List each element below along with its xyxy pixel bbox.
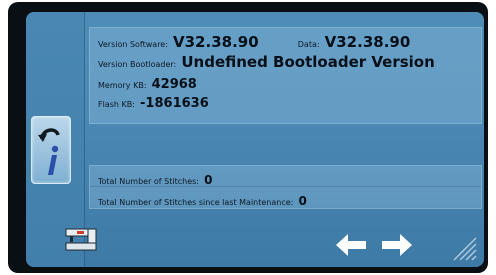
flash-value: -1861636 <box>140 96 209 111</box>
divider <box>90 186 481 187</box>
version-bootloader-row: Version Bootloader: Undefined Bootloader… <box>98 52 435 71</box>
screen: Version Software: V32.38.90 Data: V32.38… <box>26 12 484 267</box>
maintenance-stitches-row: Total Number of Stitches since last Main… <box>98 190 307 209</box>
total-stitches-value: 0 <box>204 173 213 187</box>
stitches-panel: Total Number of Stitches: 0 Total Number… <box>89 165 482 209</box>
version-software-row: Version Software: V32.38.90 Data: V32.38… <box>98 32 410 51</box>
maintenance-stitches-label: Total Number of Stitches since last Main… <box>98 198 294 207</box>
info-icon <box>38 128 60 175</box>
arrow-right-icon[interactable] <box>378 230 416 260</box>
data-value: V32.38.90 <box>324 33 411 51</box>
data-label: Data: <box>297 40 320 49</box>
version-software-value: V32.38.90 <box>173 33 259 51</box>
arrow-left-icon[interactable] <box>332 230 370 260</box>
memory-label: Memory KB: <box>98 81 147 90</box>
version-software-label: Version Software: <box>98 40 168 49</box>
resize-grip-icon <box>453 237 477 261</box>
memory-row: Memory KB: 42968 <box>98 73 197 92</box>
maintenance-stitches-value: 0 <box>298 194 307 208</box>
total-stitches-label: Total Number of Stitches: <box>98 177 199 186</box>
sewing-machine-icon[interactable] <box>64 227 100 253</box>
device-bezel: Version Software: V32.38.90 Data: V32.38… <box>8 2 488 273</box>
flash-row: Flash KB: -1861636 <box>98 92 209 111</box>
info-button[interactable] <box>31 116 71 184</box>
version-info-panel: Version Software: V32.38.90 Data: V32.38… <box>89 27 482 124</box>
version-bootloader-label: Version Bootloader: <box>98 60 177 69</box>
memory-value: 42968 <box>151 77 197 92</box>
version-bootloader-value: Undefined Bootloader Version <box>181 53 435 71</box>
flash-label: Flash KB: <box>98 100 135 109</box>
